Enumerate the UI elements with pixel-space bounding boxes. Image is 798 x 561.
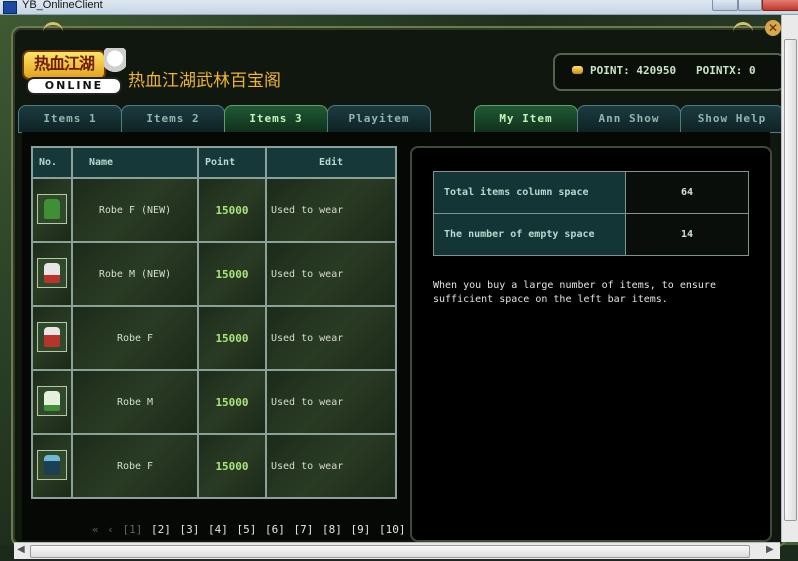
pager-page[interactable]: [8] [322, 523, 342, 536]
info-label: The number of empty space [433, 213, 626, 256]
item-point: 15000 [197, 177, 267, 243]
point-label: POINT: [590, 64, 630, 77]
pager-page[interactable]: [4] [208, 523, 228, 536]
robe-swatch [44, 262, 60, 283]
pager-prev[interactable]: ‹ [107, 523, 114, 536]
table-header-row: No. Name Point Edit [31, 146, 397, 179]
item-point: 15000 [197, 241, 267, 307]
item-name: Robe M (NEW) [71, 241, 199, 307]
item-name: Robe F (NEW) [71, 177, 199, 243]
horizontal-scroll-thumb[interactable] [30, 545, 750, 558]
robe-white-red-icon[interactable] [37, 257, 67, 288]
coin-icon [572, 66, 583, 74]
tab-items-1[interactable]: Items 1 [18, 105, 122, 133]
window-titlebar: YB_OnlineClient [0, 0, 798, 15]
close-window-button[interactable] [762, 0, 798, 11]
pager-page[interactable]: [5] [237, 523, 257, 536]
info-note: When you buy a large number of items, to… [433, 280, 716, 305]
window-title: YB_OnlineClient [22, 0, 103, 11]
info-value: 14 [625, 213, 749, 256]
point-display: POINT: 420950 POINTX: 0 [553, 53, 785, 91]
app-icon [3, 1, 17, 14]
pager-page[interactable]: [9] [351, 523, 371, 536]
table-row: Robe M 15000 Used to wear [31, 369, 397, 435]
robe-swatch [44, 326, 60, 347]
corner-ornament-icon [733, 22, 753, 37]
scroll-right-icon[interactable]: ▶ [766, 544, 774, 555]
info-value: 64 [625, 171, 749, 214]
info-row: The number of empty space 14 [433, 213, 749, 256]
mascot-icon [104, 48, 126, 78]
tab-my-item[interactable]: My Item [474, 105, 578, 133]
logo-text: 热血江湖 [22, 50, 106, 80]
items-table: No. Name Point Edit Robe F (NEW) 15000 U… [31, 146, 397, 499]
pointx-label: POINTX: [696, 64, 743, 77]
tab-items-2[interactable]: Items 2 [121, 105, 225, 133]
header-name: Name [71, 146, 199, 179]
table-row: Robe F (NEW) 15000 Used to wear [31, 177, 397, 243]
info-label: Total items column space [433, 171, 626, 214]
tab-show-help[interactable]: Show Help [680, 105, 784, 133]
header-point: Point [197, 146, 267, 179]
pager-current: [1] [122, 523, 143, 536]
point-value: 420950 [636, 64, 677, 77]
logo-sub: ONLINE [26, 77, 122, 95]
table-row: Robe F 15000 Used to wear [31, 305, 397, 371]
robe-green-icon[interactable] [37, 193, 67, 224]
robe-red-icon[interactable] [37, 321, 67, 352]
use-link[interactable]: Used to wear [265, 241, 397, 307]
pager-page[interactable]: [7] [294, 523, 314, 536]
pager-page[interactable]: [3] [180, 523, 200, 536]
pager-page[interactable]: [2] [151, 523, 171, 536]
vertical-scroll-thumb[interactable] [784, 39, 797, 521]
robe-white-green-icon[interactable] [37, 385, 67, 416]
close-shop-icon[interactable]: ✕ [765, 20, 781, 36]
tab-ann-show[interactable]: Ann Show [577, 105, 681, 133]
table-row: Robe F 15000 Used to wear [31, 433, 397, 499]
minimize-button[interactable] [712, 0, 738, 11]
use-link[interactable]: Used to wear [265, 369, 397, 435]
horizontal-scrollbar[interactable]: ◀ ▶ [14, 542, 780, 559]
header-no: No. [31, 146, 73, 179]
robe-dark-teal-icon[interactable] [37, 449, 67, 480]
points-text: POINT: 420950 POINTX: 0 [590, 64, 756, 77]
info-row: Total items column space 64 [433, 171, 749, 214]
tab-items-3[interactable]: Items 3 [224, 105, 328, 133]
item-point: 15000 [197, 305, 267, 371]
item-point: 15000 [197, 369, 267, 435]
game-logo: 热血江湖 ONLINE [22, 48, 126, 95]
item-name: Robe M [71, 369, 199, 435]
robe-swatch [44, 390, 60, 411]
item-name: Robe F [71, 305, 199, 371]
use-link[interactable]: Used to wear [265, 433, 397, 499]
use-link[interactable]: Used to wear [265, 305, 397, 371]
pager-page[interactable]: [6] [265, 523, 285, 536]
scroll-left-icon[interactable]: ◀ [17, 544, 25, 555]
use-link[interactable]: Used to wear [265, 177, 397, 243]
table-row: Robe M (NEW) 15000 Used to wear [31, 241, 397, 307]
robe-swatch [44, 454, 60, 475]
vertical-scrollbar[interactable] [781, 15, 798, 542]
header-edit: Edit [265, 146, 397, 179]
site-title: 热血江湖武林百宝阁 [128, 71, 281, 91]
item-point: 15000 [197, 433, 267, 499]
robe-swatch [44, 198, 60, 219]
pager-page[interactable]: [10] [379, 523, 406, 536]
maximize-button[interactable] [738, 0, 762, 11]
pointx-value: 0 [748, 64, 756, 77]
tab-playitem[interactable]: Playitem [327, 105, 431, 133]
pager-first[interactable]: « [92, 523, 99, 536]
space-info-table: Total items column space 64 The number o… [433, 171, 749, 256]
corner-ornament-icon [43, 22, 63, 37]
item-name: Robe F [71, 433, 199, 499]
